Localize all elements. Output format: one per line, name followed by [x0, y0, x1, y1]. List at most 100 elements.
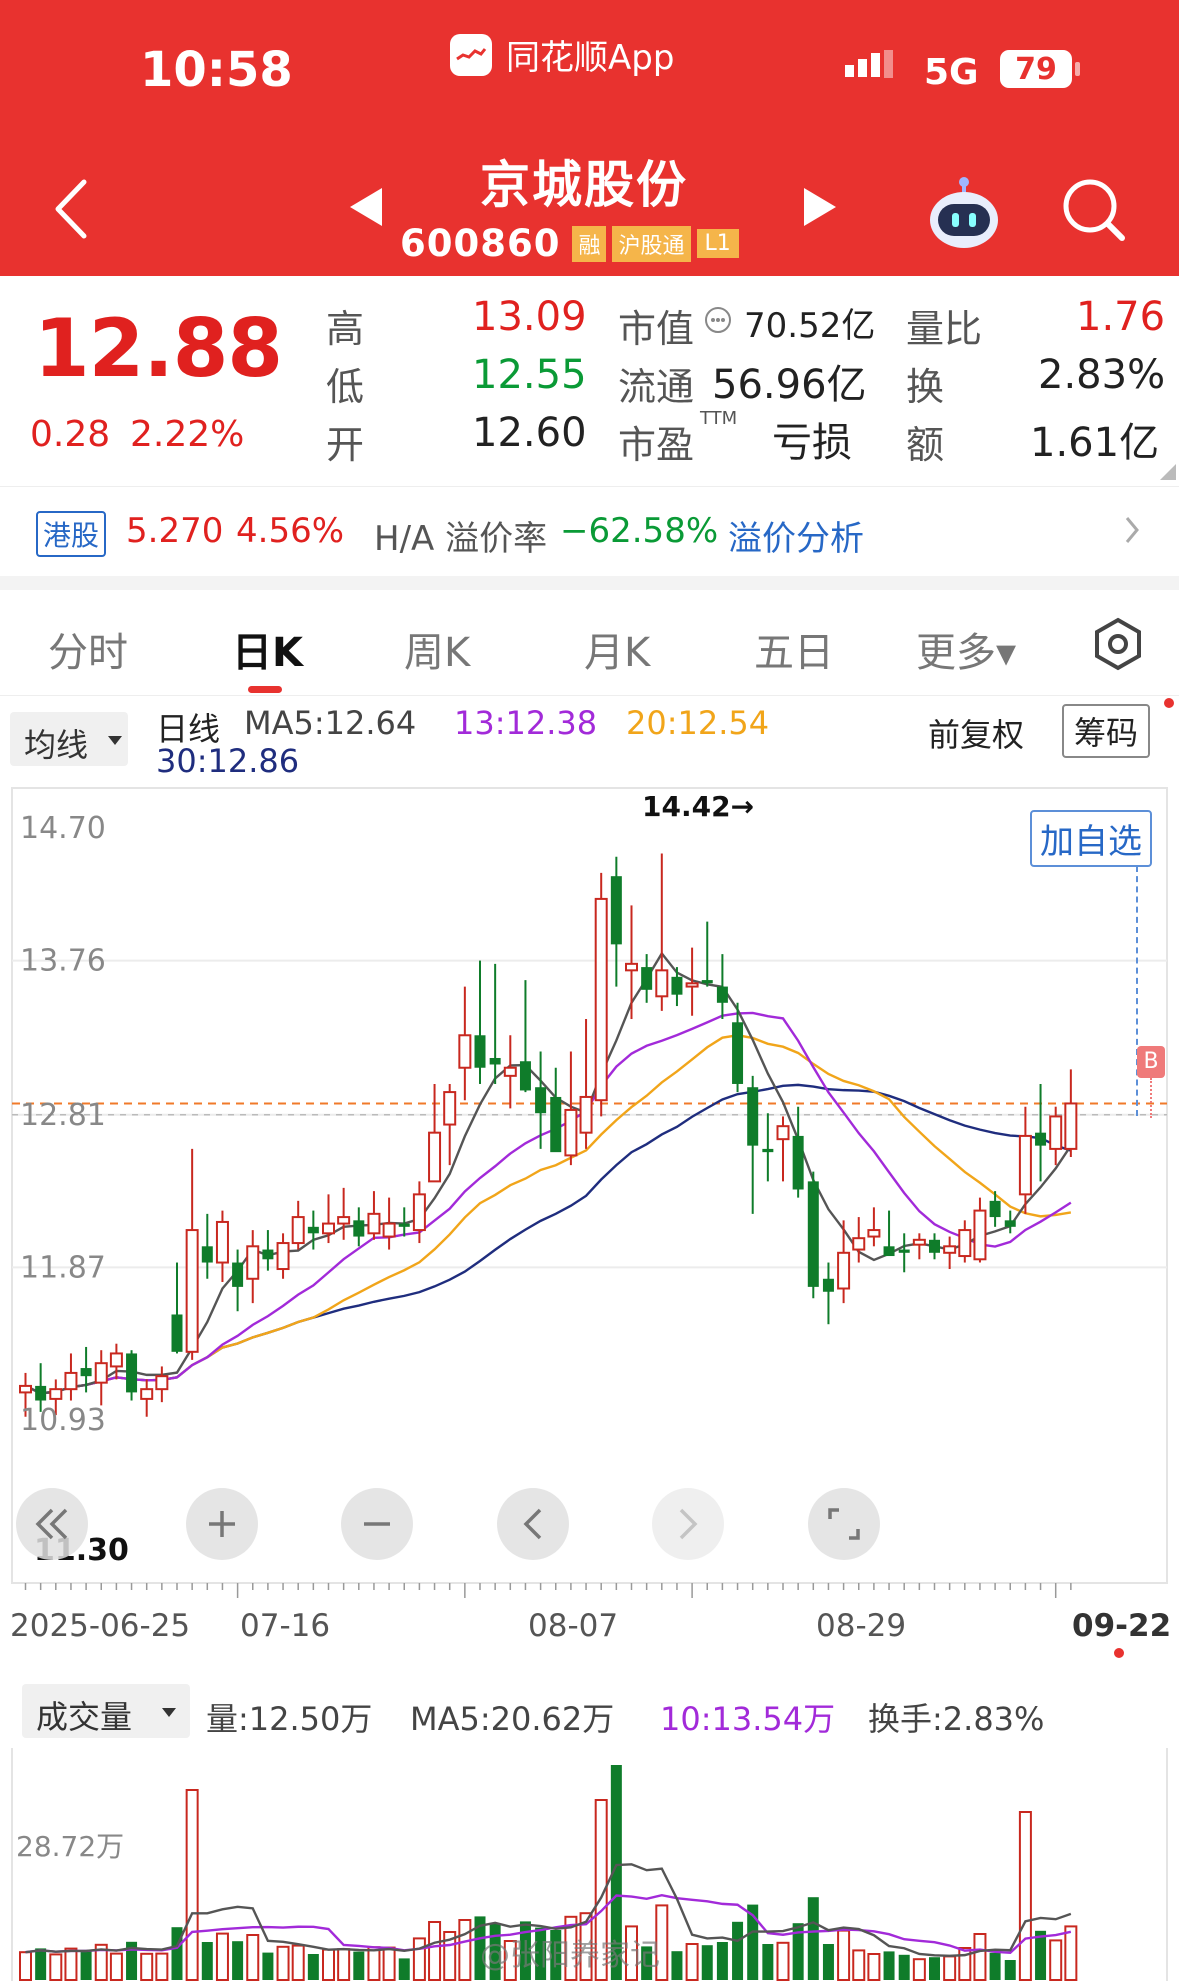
candle-body — [732, 1022, 744, 1084]
volume-bar-down — [883, 1951, 895, 1980]
scroll-left-button[interactable] — [497, 1488, 569, 1560]
candle-body — [519, 1061, 531, 1091]
current-price: 12.88 — [34, 302, 283, 395]
candle-body — [80, 1368, 92, 1377]
tab-weekly[interactable]: 周K — [404, 620, 470, 678]
hk-row[interactable]: 港股 5.270 4.56% H/A 溢价率 −62.58% 溢价分析 — [0, 486, 1179, 576]
premium-analysis-link[interactable]: 溢价分析 — [728, 511, 864, 560]
volume-bar-up — [852, 1949, 866, 1981]
prev-stock-icon[interactable] — [348, 186, 384, 232]
ma30-value: 30:12.86 — [156, 742, 300, 780]
tab-intraday[interactable]: 分时 — [48, 620, 128, 678]
volume-bar-down — [1004, 1960, 1016, 1980]
candle-body — [564, 1108, 578, 1157]
indicator-label: 均线 — [24, 726, 89, 764]
candle-body — [276, 1242, 290, 1271]
candle-body — [641, 967, 653, 990]
volume-bar-up — [19, 1951, 32, 1981]
y-axis-label: 10.93 — [20, 1403, 106, 1438]
ma13-value: 13:12.38 — [454, 704, 598, 742]
candle-body — [898, 1249, 910, 1253]
app-banner[interactable]: 同花顺App — [450, 30, 674, 79]
candle-up — [867, 1207, 881, 1247]
open-value: 12.60 — [472, 410, 587, 456]
chevron-right-icon — [679, 1508, 698, 1540]
back-icon[interactable] — [52, 178, 92, 244]
next-stock-icon[interactable] — [802, 186, 838, 232]
premium-value: −62.58% — [560, 511, 719, 551]
chevron-right-icon — [1124, 515, 1140, 549]
turnover-rate: 换手:2.83% — [868, 1700, 1045, 1738]
candle-body — [973, 1209, 987, 1261]
volume-dropdown[interactable]: 成交量 — [22, 1684, 190, 1738]
candle-body — [307, 1226, 319, 1234]
candle-body — [762, 1148, 774, 1153]
volume-bar-up — [276, 1945, 290, 1981]
tab-five-day[interactable]: 五日 — [754, 620, 834, 678]
candle-body — [776, 1125, 790, 1141]
notification-dot — [1164, 698, 1174, 708]
expand-corner-icon[interactable] — [1160, 464, 1176, 484]
chips-button[interactable]: 筹码 — [1062, 704, 1151, 758]
volume-value: 量:12.50万 — [206, 1700, 373, 1738]
candle-down — [126, 1350, 138, 1401]
candle-body — [322, 1222, 335, 1235]
candle-up — [443, 1083, 457, 1166]
settings-hexagon-icon[interactable] — [1090, 616, 1146, 676]
tab-daily[interactable]: 日K — [232, 620, 303, 678]
current-date-dot — [1114, 1648, 1124, 1658]
volume-bar-up — [1018, 1811, 1032, 1981]
add-watchlist-button[interactable]: 加自选 — [1030, 810, 1152, 867]
volume-bar-up — [49, 1953, 63, 1981]
candle-down — [201, 1213, 213, 1279]
candle-up — [503, 1035, 517, 1109]
candle-body — [807, 1181, 819, 1287]
plus-icon — [209, 1511, 235, 1537]
candle-body — [140, 1388, 154, 1400]
volume-bar-down — [762, 1944, 774, 1980]
candle-body — [109, 1352, 123, 1368]
scroll-right-button[interactable] — [652, 1488, 724, 1560]
tab-more[interactable]: 更多▾ — [916, 620, 1016, 678]
candle-body — [929, 1239, 940, 1253]
candle-up — [185, 1148, 199, 1360]
candle-body — [625, 962, 638, 972]
volume-bar-up — [973, 1933, 987, 1981]
x-label-0807: 08-07 — [528, 1608, 619, 1644]
candle-up — [246, 1230, 260, 1304]
candle-body — [1004, 1220, 1016, 1227]
fullscreen-button[interactable] — [808, 1488, 880, 1560]
volume-bar-down — [353, 1951, 365, 1980]
indicator-dropdown[interactable]: 均线 — [10, 712, 128, 766]
candle-body — [428, 1131, 442, 1183]
candle-down — [353, 1207, 365, 1247]
rewind-button[interactable] — [16, 1488, 88, 1560]
watch-marker-line — [1136, 866, 1138, 1116]
double-chevron-left-icon — [35, 1508, 68, 1540]
candle-body — [94, 1362, 108, 1384]
volume-bar-up — [367, 1946, 381, 1981]
float-value: 56.96亿 — [712, 362, 867, 408]
adjust-toggle[interactable]: 前复权 — [928, 710, 1024, 756]
candle-body — [883, 1246, 895, 1257]
chart-frame — [11, 787, 1168, 1584]
buy-marker[interactable]: B — [1137, 1046, 1165, 1078]
y-axis-label: 11.87 — [20, 1250, 106, 1285]
candle-up — [594, 872, 608, 1117]
tab-monthly[interactable]: 月K — [584, 620, 650, 678]
candle-down — [807, 1171, 819, 1299]
robot-assistant-icon[interactable] — [926, 176, 1002, 254]
volume-bar-up — [337, 1948, 351, 1981]
quote-panel: 12.88 0.28 2.22% 高 13.09 低 12.55 开 12.60… — [0, 276, 1179, 486]
volume-bar-down — [671, 1951, 683, 1980]
info-icon[interactable] — [704, 306, 732, 338]
kline-chart[interactable]: 14.7013.7612.8111.8710.93 14.42→ 11.30 — [0, 780, 1179, 1680]
search-icon[interactable] — [1060, 176, 1128, 248]
candle-body — [155, 1375, 169, 1391]
volume-bar-up — [382, 1946, 396, 1981]
zoom-out-button[interactable] — [341, 1488, 413, 1560]
zoom-in-button[interactable] — [186, 1488, 258, 1560]
candle-body — [232, 1262, 244, 1287]
high-value: 13.09 — [472, 294, 587, 340]
candle-up — [1049, 1106, 1063, 1166]
